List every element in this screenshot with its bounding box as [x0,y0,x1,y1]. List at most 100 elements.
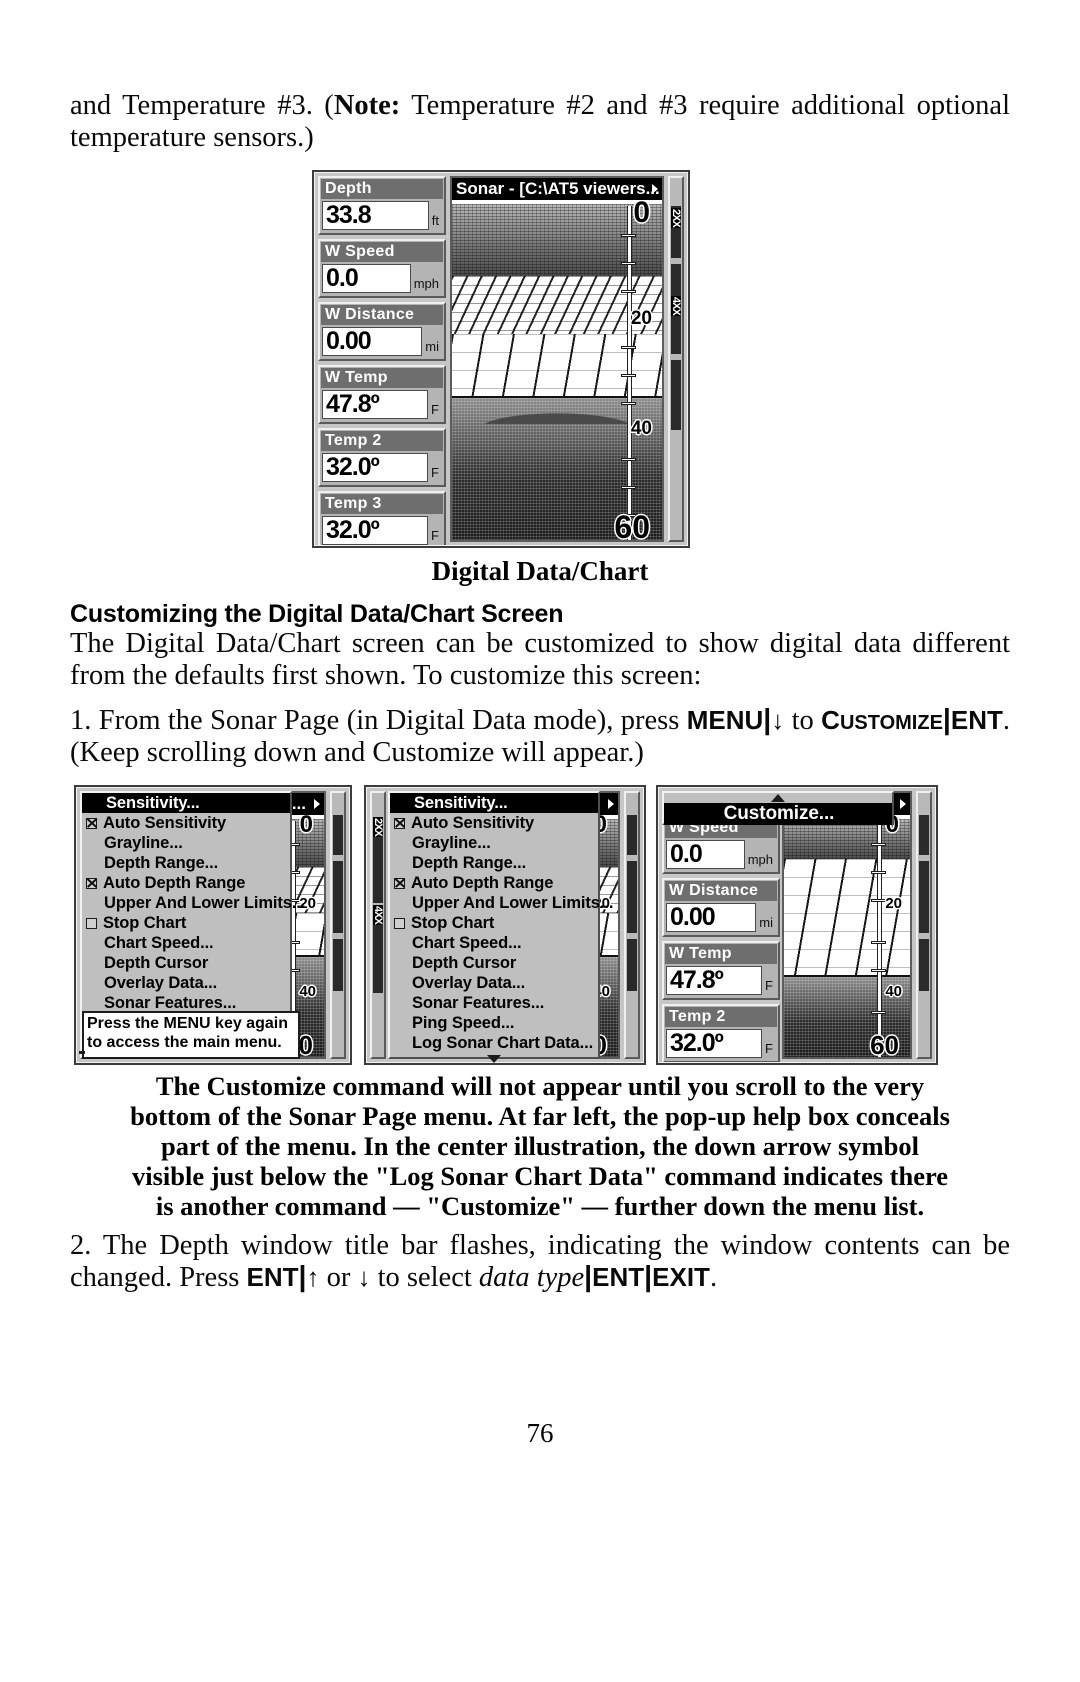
digital-data-box-depth[interactable]: Depth 33.8 ft [318,176,446,235]
checkbox-checked-icon[interactable] [394,817,405,829]
key-separator: | [942,704,951,736]
step2-data-type: data type [478,1261,585,1293]
digital-data-title: W Temp [665,944,777,964]
menu-item-label: Upper And Lower Limits... [104,894,306,912]
digital-data-title: Temp 3 [321,494,443,514]
amplitude-gutter[interactable] [330,791,346,1059]
customize-menu-panel[interactable]: Customize... [662,791,894,825]
digital-data-column: Depth 33.8 ft W Speed 0.0 mph W Distance… [318,176,446,546]
checkbox-unchecked-icon[interactable] [394,917,405,929]
menu-item-stop-chart[interactable]: Stop Chart [82,913,290,933]
menu-item-auto-depth-range[interactable]: Auto Depth Range [82,873,290,893]
zoom-range-gutter[interactable]: 2XX 4XX [370,791,386,1059]
key-ent: ENT [950,705,1003,735]
menu-item-label: Stop Chart [411,914,495,932]
menu-item-upper-and-lower-limits[interactable]: Upper And Lower Limits... [82,893,305,913]
depth-scale-label-20: 20 [885,895,902,912]
digital-data-unit: F [765,978,773,993]
menu-item-customize[interactable]: Customize... [664,803,892,825]
menu-item-label: Sonar Features... [104,994,237,1012]
chevron-up-icon[interactable] [771,794,785,802]
menu-item-label: Chart Speed... [104,934,214,952]
menu-item-label: Sensitivity... [414,794,508,812]
amplitude-gutter[interactable]: 2XX 4XX [668,176,684,542]
amplitude-bar [919,939,929,991]
digital-data-box-w-distance[interactable]: W Distance 0.00 mi [318,302,446,361]
step2-text-c: to select [370,1261,479,1293]
menu-item-label: Auto Sensitivity [411,814,535,832]
depth-scale-tick [871,843,886,846]
digital-data-box-w-distance[interactable]: W Distance 0.00 mi [662,878,780,937]
menu-item-grayline[interactable]: Grayline... [82,833,290,853]
digital-data-value: 32.0º [322,516,429,545]
sonar-page-menu[interactable]: Sensitivity... Auto Sensitivity Grayline… [388,791,613,1063]
menu-item-depth-cursor[interactable]: Depth Cursor [390,953,598,973]
amplitude-bar [627,815,637,855]
digital-data-box-w-temp[interactable]: W Temp 47.8º F [662,941,780,1000]
menu-item-sensitivity[interactable]: Sensitivity... [82,793,290,813]
amplitude-bar [333,815,343,855]
key-separator: | [584,1260,593,1293]
menu-item-depth-cursor[interactable]: Depth Cursor [82,953,290,973]
key-ent: ENT [592,1261,645,1292]
menu-item-sonar-features[interactable]: Sonar Features... [390,993,598,1013]
menu-item-label: Auto Depth Range [411,874,554,892]
menu-item-auto-depth-range[interactable]: Auto Depth Range [390,873,598,893]
menu-item-overlay-data[interactable]: Overlay Data... [82,973,290,993]
depth-scale-line [877,821,882,1057]
digital-data-box-w-speed[interactable]: W Speed 0.0 mph [318,239,446,298]
digital-data-box-temp-3[interactable]: Temp 3 32.0º F [318,491,446,546]
menu-item-auto-sensitivity[interactable]: Auto Sensitivity [390,813,598,833]
menu-item-label: Sensitivity... [106,794,200,812]
digital-data-box-temp-2[interactable]: Temp 2 32.0º F [662,1004,780,1063]
menu-item-label: Upper And Lower Limits... [412,894,614,912]
menu-item-label: Depth Range... [412,854,527,872]
menu-item-sensitivity[interactable]: Sensitivity... [390,793,598,813]
step1-text-b: to [784,705,822,736]
checkbox-checked-icon[interactable] [394,877,405,889]
menu-item-upper-and-lower-limits[interactable]: Upper And Lower Limits... [390,893,613,913]
sonar-chart-canvas: 0 20 40 60 [452,200,662,540]
digital-data-box-temp-2[interactable]: Temp 2 32.0º F [318,428,446,487]
menu-item-chart-speed[interactable]: Chart Speed... [82,933,290,953]
digital-data-unit: ft [431,213,439,228]
depth-scale-tick [871,1011,886,1014]
customize-cap: C [821,705,840,735]
menu-item-label: Log Sonar Chart Data... [412,1034,594,1052]
amplitude-bar [627,939,637,991]
checkbox-unchecked-icon[interactable] [86,917,97,929]
menu-item-auto-sensitivity[interactable]: Auto Sensitivity [82,813,290,833]
menu-item-sonar-features[interactable]: Sonar Features... [82,993,290,1013]
menu-item-label: Depth Cursor [412,954,517,972]
depth-scale-tick [621,234,636,237]
section-heading: Customizing the Digital Data/Chart Scree… [70,600,564,628]
menu-item-grayline[interactable]: Grayline... [390,833,598,853]
chevron-down-icon[interactable] [487,1055,501,1063]
zoom-badge-2x: 2XX [372,817,384,837]
digital-data-value: 32.0º [666,1029,763,1058]
amplitude-gutter[interactable] [916,791,932,1059]
digital-data-unit: mph [747,852,773,867]
digital-data-box-w-temp[interactable]: W Temp 47.8º F [318,365,446,424]
intro-text-a: and Temperature #3. ( [70,90,334,121]
sonar-chart-canvas: 0 20 40 60 [784,815,910,1057]
menu-item-stop-chart[interactable]: Stop Chart [390,913,598,933]
checkbox-checked-icon[interactable] [86,817,97,829]
help-box-pointer [79,1051,85,1054]
depth-scale: 0 20 40 60 [614,200,652,540]
menu-item-overlay-data[interactable]: Overlay Data... [390,973,598,993]
page-number: 76 [526,1418,554,1448]
menu-item-depth-range[interactable]: Depth Range... [390,853,598,873]
depth-scale-label-60: 60 [614,509,650,540]
menu-item-log-sonar-chart-data[interactable]: Log Sonar Chart Data... [390,1033,598,1053]
menu-item-label: Chart Speed... [412,934,522,952]
amplitude-gutter[interactable] [624,791,640,1059]
digital-data-value: 33.8 [322,201,429,230]
arrow-down-icon: ↓ [357,1261,371,1292]
menu-item-ping-speed[interactable]: Ping Speed... [390,1013,598,1033]
menu-item-chart-speed[interactable]: Chart Speed... [390,933,598,953]
checkbox-checked-icon[interactable] [86,877,97,889]
digital-data-title: W Distance [321,305,443,325]
amplitude-bar [627,861,637,933]
menu-item-depth-range[interactable]: Depth Range... [82,853,290,873]
